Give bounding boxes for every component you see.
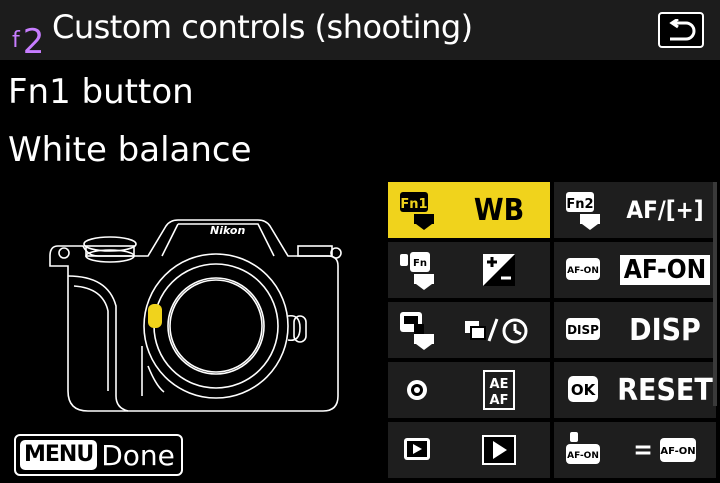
menu-code: f2: [12, 16, 44, 62]
page-title: Custom controls (shooting): [52, 8, 473, 46]
grid-cell-ok[interactable]: OK RESET: [554, 362, 716, 418]
fn-vertical-button-icon: Fn: [400, 252, 434, 290]
svg-text:AF: AF: [490, 393, 509, 408]
svg-text:Fn1: Fn1: [400, 197, 427, 212]
svg-text:Nikon: Nikon: [210, 224, 245, 237]
grid-cell-value: AF/[+]: [626, 196, 704, 224]
menu-letter: f: [12, 28, 20, 53]
disp-button-icon: DISP: [566, 318, 600, 340]
grid-cell-value: WB: [473, 192, 525, 228]
svg-text:AF-ON: AF-ON: [567, 266, 599, 276]
af-on-small-icon: AF-ON: [659, 438, 696, 462]
svg-text:AF-ON: AF-ON: [660, 446, 695, 457]
grid-cell-value-icon: AE AF: [452, 362, 546, 418]
grid-cell-vertical-af-on[interactable]: AF-ON = AF-ON: [554, 422, 716, 478]
equals-sign: =: [633, 435, 653, 465]
ok-button-icon: OK: [568, 376, 598, 402]
grid-cell-fn-vertical[interactable]: Fn: [388, 242, 550, 298]
vertical-af-on-icon: AF-ON: [566, 432, 600, 464]
release-mode-self-timer-icon: [465, 318, 528, 344]
selected-assignment: White balance: [8, 130, 252, 170]
grid-cell-sub-selector[interactable]: AE AF: [388, 362, 550, 418]
fn2-button-icon: Fn2: [566, 192, 600, 230]
controls-grid: Fn1 WB Fn2 AF/[+] Fn AF-ON AF-ON DISP DI…: [388, 182, 716, 483]
grid-cell-value: DISP: [629, 312, 701, 348]
scrollbar[interactable]: [713, 182, 717, 406]
grid-cell-value: RESET: [617, 372, 713, 408]
header-bar: f2 Custom controls (shooting): [0, 0, 720, 62]
grid-cell-value-icon: [452, 422, 546, 478]
af-on-badge: AF-ON: [619, 255, 711, 285]
grid-cell-value-icon: = AF-ON: [618, 422, 712, 478]
grid-cell-disp[interactable]: DISP DISP: [554, 302, 716, 358]
grid-cell-value-icon: [452, 302, 546, 358]
af-on-button-icon: AF-ON: [566, 258, 600, 280]
svg-text:DISP: DISP: [567, 323, 599, 337]
selected-control-name: Fn1 button: [8, 72, 194, 112]
fn1-button-icon: Fn1: [400, 192, 434, 230]
return-arrow-icon: [669, 19, 696, 41]
grid-cell-af-on[interactable]: AF-ON AF-ON: [554, 242, 716, 298]
grid-cell-value-icon: [452, 242, 546, 298]
fn1-highlight: [148, 304, 162, 328]
back-button[interactable]: [658, 12, 704, 48]
done-button[interactable]: MENU Done: [14, 434, 183, 476]
done-label: Done: [101, 438, 175, 472]
svg-text:AE: AE: [490, 377, 509, 392]
grid-cell-fn2[interactable]: Fn2 AF/[+]: [554, 182, 716, 238]
menu-badge: MENU: [20, 440, 98, 470]
ae-af-lock-icon: AE AF: [483, 370, 515, 410]
camera-illustration-icon: Nikon: [49, 219, 342, 412]
sub-selector-center-icon: [407, 380, 427, 400]
svg-text:Fn2: Fn2: [566, 197, 593, 212]
exposure-compensation-icon: [483, 254, 515, 286]
grid-cell-fn1[interactable]: Fn1 WB: [388, 182, 550, 238]
grid-cell-playback[interactable]: [388, 422, 550, 478]
fn-vertical-alt-icon: [400, 312, 434, 350]
svg-text:AF-ON: AF-ON: [567, 451, 599, 461]
playback-icon: [482, 435, 516, 465]
svg-text:Fn: Fn: [413, 258, 427, 269]
grid-cell-fn-vertical-alt[interactable]: [388, 302, 550, 358]
grid-cell-value: AF-ON: [618, 242, 712, 298]
playback-button-icon: [404, 438, 430, 460]
svg-text:OK: OK: [571, 381, 597, 399]
menu-number: 2: [22, 22, 45, 62]
